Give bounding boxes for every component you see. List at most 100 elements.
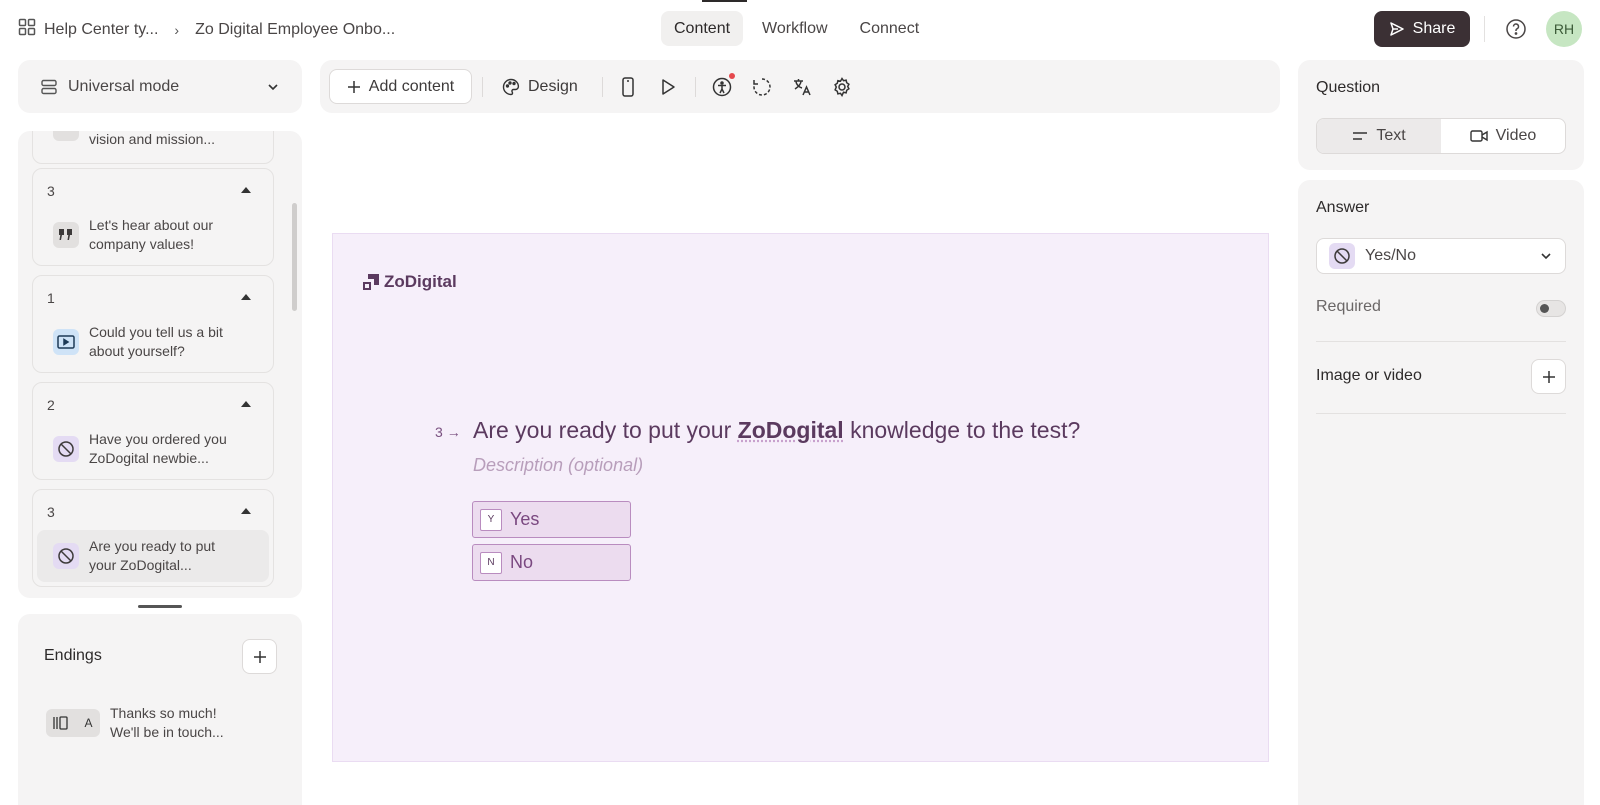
question-list-scrollbar[interactable] (292, 203, 297, 311)
grid-icon[interactable] (18, 18, 36, 41)
active-tab-indicator (702, 0, 747, 2)
brand-logo: ZoDigital (363, 272, 457, 292)
layers-icon (41, 79, 57, 94)
option-yes[interactable]: Y Yes (472, 501, 631, 538)
question-title[interactable]: Are you ready to put your ZoDogital know… (473, 417, 1080, 444)
question-card-selected[interactable]: 3 Are you ready to put your ZoDogital... (32, 489, 274, 587)
question-number: 2 (47, 397, 55, 413)
breadcrumb: Help Center ty... › Zo Digital Employee … (18, 18, 395, 41)
option-label: No (510, 552, 534, 572)
divider (1316, 413, 1566, 414)
divider (602, 77, 603, 97)
accessibility-icon[interactable] (711, 73, 735, 98)
question-text-line1: Have you ordered you (89, 431, 227, 447)
help-icon[interactable] (1505, 18, 1527, 40)
question-list[interactable]: vision and mission... 3 Let's hear about… (18, 131, 302, 598)
description-field[interactable]: Description (optional) (473, 455, 643, 476)
question-text: vision and mission... (89, 131, 216, 147)
ending-text-line2: We'll be in touch... (110, 724, 224, 740)
design-label: Design (528, 78, 578, 95)
answer-type-select[interactable]: Yes/No (1316, 238, 1566, 274)
plus-icon (347, 80, 360, 93)
question-card[interactable]: 2 Have you ordered you ZoDogital newbie.… (32, 382, 274, 480)
option-label: Yes (510, 509, 540, 529)
form-preview-canvas[interactable]: ZoDigital 3 → Are you ready to put your … (332, 233, 1269, 762)
yes-no-icon (53, 543, 79, 569)
question-card[interactable]: vision and mission... (32, 131, 274, 164)
ending-text-line1: Thanks so much! (110, 705, 217, 721)
question-number: 3 (47, 504, 55, 520)
settings-icon[interactable] (831, 76, 853, 98)
question-number-indicator: 3 → (435, 424, 461, 440)
plus-icon (1542, 370, 1555, 383)
question-text-line2: about yourself? (89, 343, 185, 359)
logic-icon[interactable] (751, 76, 773, 98)
ending-icon (53, 716, 69, 730)
required-label: Required (1316, 298, 1381, 315)
chevron-down-icon (1541, 253, 1551, 260)
breadcrumb-form-name[interactable]: Zo Digital Employee Onbo... (195, 21, 395, 39)
yes-no-icon (1329, 243, 1355, 269)
question-text-line1: Could you tell us a bit (89, 324, 223, 340)
answer-settings-panel: Answer Yes/No Required Image or video (1298, 180, 1584, 805)
divider (695, 77, 696, 97)
question-settings-panel: Question Text Video (1298, 60, 1584, 170)
divider (482, 77, 483, 97)
question-type-text[interactable]: Text (1317, 119, 1441, 153)
translate-icon[interactable] (791, 76, 813, 98)
option-key: Y (480, 508, 502, 531)
video-camera-icon (1469, 130, 1488, 142)
question-card-body[interactable]: Are you ready to put your ZoDogital... (37, 530, 269, 582)
question-card[interactable]: 3 Let's hear about our company values! (32, 168, 274, 266)
tab-workflow[interactable]: Workflow (749, 11, 841, 46)
notification-dot (729, 73, 735, 79)
question-title-end: knowledge to the test? (843, 417, 1081, 443)
question-card-body[interactable]: vision and mission... (37, 131, 269, 154)
collapse-icon[interactable] (241, 187, 251, 193)
question-card-body[interactable]: Could you tell us a bit about yourself? (37, 316, 269, 368)
question-type-toggle: Text Video (1316, 118, 1566, 154)
answer-type-label: Yes/No (1365, 247, 1416, 264)
add-content-label: Add content (368, 77, 455, 95)
question-type-text-label: Text (1376, 127, 1406, 144)
tab-connect[interactable]: Connect (847, 11, 933, 46)
chevron-right-icon: › (174, 21, 180, 38)
question-text-line2: your ZoDogital... (89, 557, 192, 573)
question-number: 3 (47, 183, 55, 199)
endings-panel: Endings A Thanks so much! We'll be in to… (18, 614, 302, 805)
plus-icon (253, 650, 266, 663)
share-button[interactable]: Share (1374, 11, 1470, 47)
question-text-line1: Let's hear about our (89, 217, 214, 233)
mobile-preview-icon[interactable] (617, 76, 639, 98)
tab-content[interactable]: Content (661, 11, 744, 46)
collapse-icon[interactable] (241, 294, 251, 300)
question-card-body[interactable]: Have you ordered you ZoDogital newbie... (37, 423, 269, 475)
required-toggle[interactable] (1536, 300, 1566, 317)
ending-item[interactable]: A Thanks so much! We'll be in touch... (46, 704, 224, 742)
question-title-start: Are you ready to put your (473, 417, 738, 443)
divider (1484, 16, 1485, 42)
avatar[interactable]: RH (1546, 11, 1582, 47)
question-type-video[interactable]: Video (1441, 119, 1565, 153)
mode-select[interactable]: Universal mode (18, 60, 302, 113)
question-card[interactable]: 1 Could you tell us a bit about yourself… (32, 275, 274, 373)
collapse-icon[interactable] (241, 401, 251, 407)
add-ending-button[interactable] (242, 639, 277, 674)
option-no[interactable]: N No (472, 544, 631, 581)
palette-icon (502, 78, 520, 96)
question-type-video-label: Video (1495, 127, 1537, 144)
question-number: 1 (47, 290, 55, 306)
play-icon[interactable] (657, 76, 679, 98)
question-text-line2: company values! (89, 236, 195, 252)
add-media-button[interactable] (1531, 359, 1566, 394)
panel-resize-handle[interactable] (138, 605, 182, 608)
endings-title: Endings (44, 647, 102, 664)
question-card-body[interactable]: Let's hear about our company values! (37, 209, 269, 261)
add-content-button[interactable]: Add content (329, 69, 472, 104)
breadcrumb-workspace[interactable]: Help Center ty... (44, 21, 158, 39)
design-button[interactable]: Design (502, 72, 578, 102)
send-icon (1389, 22, 1404, 36)
option-key: N (480, 551, 502, 574)
divider (1316, 341, 1566, 342)
collapse-icon[interactable] (241, 508, 251, 514)
